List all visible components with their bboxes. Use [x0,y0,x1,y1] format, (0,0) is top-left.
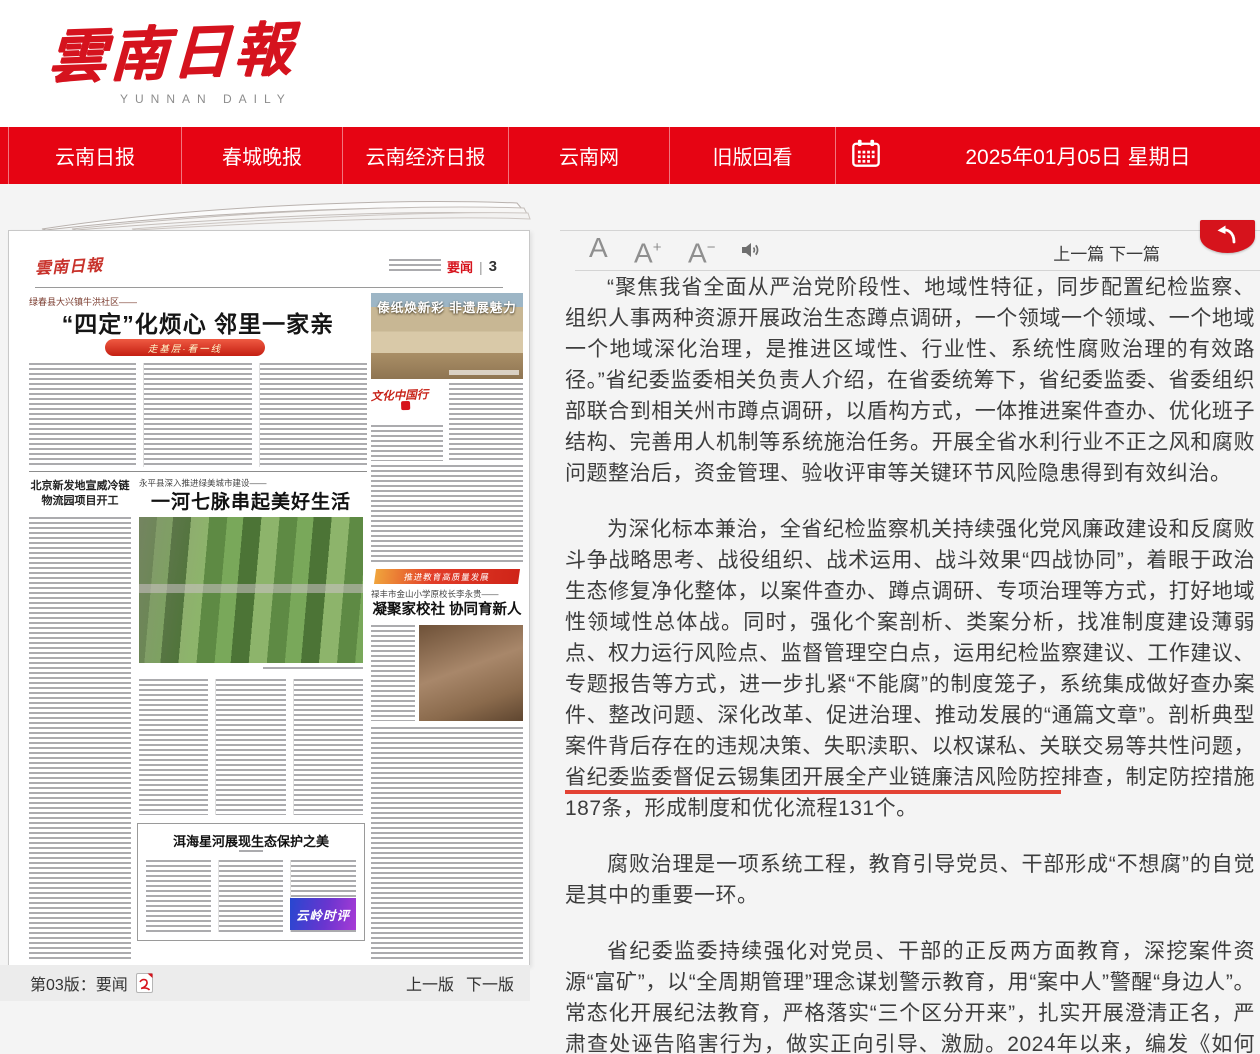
article2-photo-caption-placeholder [449,370,519,375]
placeholder-text [371,727,523,959]
placeholder-text [146,860,211,932]
page-canvas: 雲南日報 YUNNAN DAILY 云南日报 春城晚报 云南经济日报 云南网 旧… [0,0,1260,1054]
back-to-list-button[interactable] [1200,220,1255,253]
font-size-decrease-button[interactable]: A− [688,231,715,270]
toolbar-top-rule [560,230,1260,231]
pdf-icon[interactable] [136,973,153,993]
paragraph-text: 为深化标本兼治，全省纪检监察机关持续强化党风廉政建设和反腐败斗争战略思考、战役组… [565,518,1255,758]
placeholder-text [218,860,284,932]
placeholder-text [293,679,363,815]
article6-headline[interactable]: 洱海星河展现生态保护之美 [138,831,364,850]
article4-aerial-photo[interactable] [139,517,363,663]
red-underlined-text: 省纪委监委督促云锡集团开展全产业链廉洁风险防控 [565,766,1061,794]
article-paragraph: 腐败治理是一项系统工程，教育引导党员、干部形成“不想腐”的自觉是其中的重要一环。 [565,849,1255,911]
placeholder-text [139,679,208,815]
article1-text-columns [29,363,367,467]
article-paragraph: 省纪委监委持续强化对党员、干部的正反两方面教育，深挖案件资源“富矿”，以“全周期… [565,936,1255,1054]
placeholder-text [143,363,251,467]
placeholder-text [371,465,523,563]
page-number: 3 [489,258,497,275]
nav-item-yunnan-daily[interactable]: 云南日报 [8,127,181,184]
section-label: 要闻 [447,257,473,276]
article1-column-ribbon: 走基层·看一线 [105,339,265,356]
current-date: 2025年01月05日 星期日 [896,127,1260,184]
read-aloud-button[interactable] [738,238,762,267]
photo-road-detail [139,584,363,593]
yunling-commentary-logo: 云岭时评 [290,898,356,930]
placeholder-text [259,363,367,467]
article3-headline-line1: 北京新发地宣威冷链 [31,480,130,492]
next-article-link[interactable]: 下一篇 [1109,245,1160,264]
nav-item-yunnan-economic-daily[interactable]: 云南经济日报 [342,127,508,184]
article4-headline[interactable]: 一河七脉串起美好生活 [139,487,363,514]
article4-caption-placeholder [263,667,363,672]
nav-item-old-editions[interactable]: 旧版回看 [669,127,835,184]
placeholder-text [215,679,285,815]
placeholder-text [449,383,523,461]
culture-china-logo-text: 文化中国行 [371,387,429,403]
article2-photo[interactable]: 傣纸焕新彩 非遗展魅力 [371,293,523,379]
newspaper-page-thumbnail: 雲南日報 要闻 | 3 绿春县大兴镇牛洪社区—— “四定”化烦心 邻里一家亲 走… [8,230,530,966]
section-separator: | [479,259,483,275]
site-logo-text: 雲南日報 [47,2,298,95]
placeholder-text [29,517,131,961]
prev-page-link[interactable]: 上一版 [406,971,454,995]
mini-dateline-placeholder [389,259,441,274]
article-paragraph: 为深化标本兼治，全省纪检监察机关持续强化党风廉政建设和反腐败斗争战略思考、战役组… [565,514,1255,824]
article-pager: 上一篇 下一篇 [1053,240,1160,265]
mini-masthead: 雲南日報 [34,251,103,279]
site-logo[interactable]: 雲南日報 YUNNAN DAILY [48,6,296,106]
placeholder-text [371,625,415,721]
article-paragraph: “聚焦我省全面从严治党阶段性、地域性特征，同步配置纪检监察、组织人事两种资源开展… [565,272,1255,489]
article2-headline: 傣纸焕新彩 非遗展魅力 [373,297,521,316]
font-size-default-button[interactable]: A [589,231,608,265]
placeholder-text [29,363,136,467]
next-page-link[interactable]: 下一版 [466,971,514,995]
prev-article-link[interactable]: 上一篇 [1053,245,1104,264]
placeholder-text [371,425,443,461]
red-seal-icon [401,401,410,410]
article6-byline-placeholder [239,850,263,854]
calendar-icon [851,138,881,173]
mini-masthead-right: 要闻 | 3 [389,257,497,276]
masthead-rule [35,287,503,288]
article6-box: 洱海星河展现生态保护之美 云岭时评 [137,823,365,941]
speaker-icon [738,249,762,266]
font-size-increase-button[interactable]: A+ [634,231,661,270]
site-header: 雲南日報 YUNNAN DAILY [0,0,1260,127]
article4-text-columns [139,679,363,815]
nav-item-yunnan-net[interactable]: 云南网 [508,127,669,184]
return-arrow-icon [1213,223,1243,250]
nav-item-chuncheng-evening[interactable]: 春城晚报 [181,127,342,184]
article5-ribbon: 推进教育高质量发展 [374,569,520,584]
calendar-button[interactable] [835,127,896,184]
main-nav: 云南日报 春城晚报 云南经济日报 云南网 旧版回看 2025年01月05日 星期… [0,127,1260,184]
article1-headline[interactable]: “四定”化烦心 邻里一家亲 [29,305,367,339]
article3-headline[interactable]: 北京新发地宣威冷链 物流园项目开工 [29,479,131,509]
article-body: “聚焦我省全面从严治党阶段性、地域性特征，同步配置纪检监察、组织人事两种资源开展… [565,272,1255,1054]
page-label: 第03版：要闻 [30,971,128,995]
site-logo-subtitle: YUNNAN DAILY [120,92,296,106]
page-divider-rule [29,471,367,472]
article3-headline-line2: 物流园项目开工 [42,495,119,507]
article5-headline[interactable]: 凝聚家校社 协同育新人 [371,598,523,619]
page-navigation-bar: 第03版：要闻 上一版 下一版 [0,965,530,1001]
article5-photo[interactable] [419,625,523,721]
culture-china-logo: 文化中国行 [370,386,443,418]
toolbar-bottom-rule [575,270,1260,271]
